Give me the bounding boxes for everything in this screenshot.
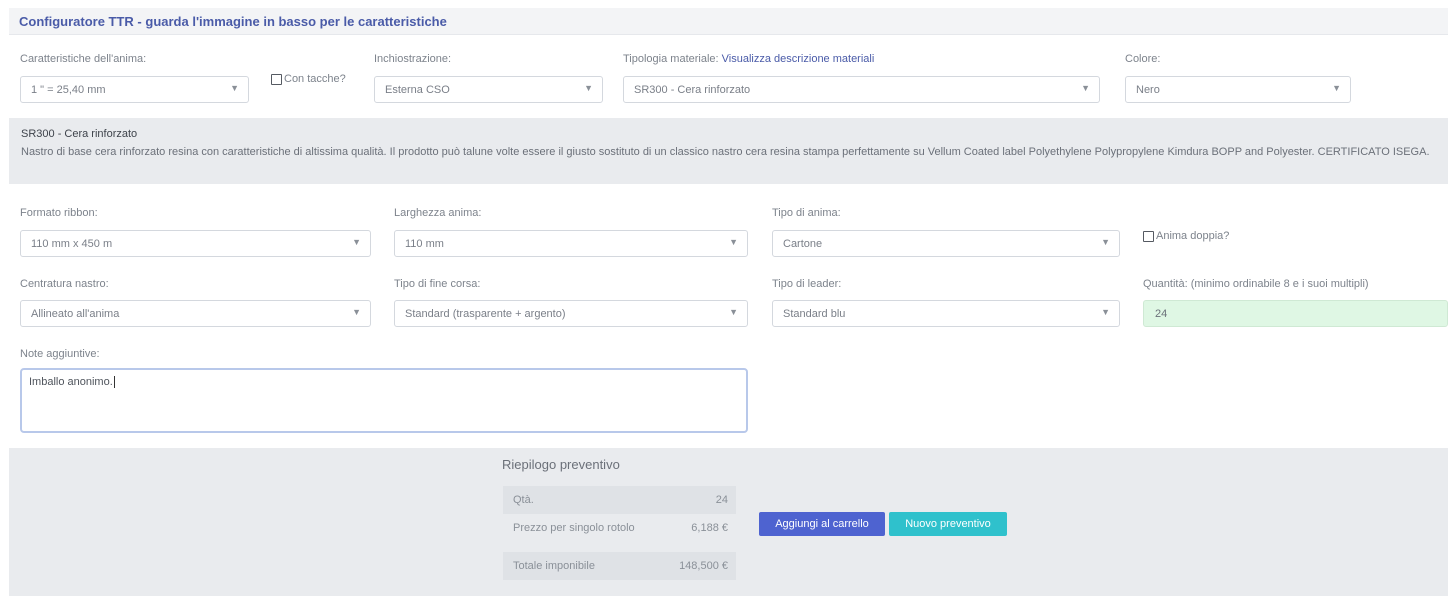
formato-value: 110 mm x 450 m — [31, 238, 113, 250]
configurator-panel: Configuratore TTR - guarda l'immagine in… — [9, 8, 1448, 596]
leader-value: Standard blu — [783, 308, 846, 320]
chevron-down-icon: ▼ — [1332, 83, 1341, 93]
materiale-select[interactable]: SR300 - Cera rinforzato ▼ — [623, 76, 1100, 103]
tipo-anima-label: Tipo di anima: — [772, 207, 841, 219]
anima-select[interactable]: 1 " = 25,40 mm ▼ — [20, 76, 249, 103]
checkbox-icon — [271, 73, 282, 85]
centratura-value: Allineato all'anima — [31, 308, 120, 320]
summary-row-key: Totale imponibile — [513, 560, 595, 572]
page-title: Configuratore TTR - guarda l'immagine in… — [19, 14, 447, 29]
inchiostrazione-select[interactable]: Esterna CSO ▼ — [374, 76, 603, 103]
con-tacche-label: Con tacche? — [284, 73, 346, 85]
tipo-anima-select[interactable]: Cartone ▼ — [772, 230, 1120, 257]
anima-doppia-label: Anima doppia? — [1156, 230, 1230, 242]
leader-label: Tipo di leader: — [772, 278, 842, 290]
materiale-value: SR300 - Cera rinforzato — [634, 84, 751, 96]
material-description-title: SR300 - Cera rinforzato — [21, 128, 138, 140]
colore-label: Colore: — [1125, 53, 1161, 65]
larghezza-select[interactable]: 110 mm ▼ — [394, 230, 748, 257]
checkbox-icon — [1143, 230, 1154, 242]
quantita-value: 24 — [1155, 308, 1168, 320]
chevron-down-icon: ▼ — [729, 307, 738, 317]
fine-corsa-label: Tipo di fine corsa: — [394, 278, 481, 290]
fine-corsa-value: Standard (trasparente + argento) — [405, 308, 566, 320]
materiale-description-link[interactable]: Visualizza descrizione materiali — [722, 53, 875, 65]
formato-select[interactable]: 110 mm x 450 m ▼ — [20, 230, 371, 257]
anima-value: 1 " = 25,40 mm — [31, 84, 106, 96]
chevron-down-icon: ▼ — [729, 237, 738, 247]
summary-row-value: 6,188 € — [691, 522, 728, 534]
chevron-down-icon: ▼ — [1101, 237, 1110, 247]
tipo-anima-value: Cartone — [783, 238, 823, 250]
chevron-down-icon: ▼ — [1101, 307, 1110, 317]
quantita-label: Quantità: (minimo ordinabile 8 e i suoi … — [1143, 278, 1369, 290]
leader-select[interactable]: Standard blu ▼ — [772, 300, 1120, 327]
add-to-cart-button[interactable]: Aggiungi al carrello — [759, 512, 885, 536]
anima-label: Caratteristiche dell'anima: — [20, 53, 147, 65]
chevron-down-icon: ▼ — [352, 237, 361, 247]
new-quote-button[interactable]: Nuovo preventivo — [889, 512, 1007, 536]
note-textarea[interactable]: Imballo anonimo. — [20, 368, 748, 433]
chevron-down-icon: ▼ — [1081, 83, 1090, 93]
summary-row-key: Prezzo per singolo rotolo — [513, 522, 635, 534]
inchiostrazione-value: Esterna CSO — [385, 84, 450, 96]
note-label: Note aggiuntive: — [20, 348, 100, 360]
summary-row-key: Qtà. — [513, 494, 534, 506]
chevron-down-icon: ▼ — [584, 83, 593, 93]
summary-row: Qtà. 24 — [503, 486, 736, 514]
colore-value: Nero — [1136, 84, 1160, 96]
centratura-label: Centratura nastro: — [20, 278, 109, 290]
configurator-header: Configuratore TTR - guarda l'immagine in… — [9, 8, 1448, 35]
larghezza-value: 110 mm — [405, 238, 444, 250]
note-value: Imballo anonimo. — [29, 376, 115, 389]
summary-row: Prezzo per singolo rotolo 6,188 € — [503, 514, 736, 542]
materiale-label: Tipologia materiale: Visualizza descrizi… — [623, 53, 874, 65]
con-tacche-checkbox[interactable]: Con tacche? — [271, 73, 346, 85]
summary-row-value: 24 — [715, 494, 728, 506]
formato-label: Formato ribbon: — [20, 207, 98, 219]
quote-summary: Riepilogo preventivo Qtà. 24 Prezzo per … — [9, 448, 1448, 596]
larghezza-label: Larghezza anima: — [394, 207, 482, 219]
colore-select[interactable]: Nero ▼ — [1125, 76, 1351, 103]
fine-corsa-select[interactable]: Standard (trasparente + argento) ▼ — [394, 300, 748, 327]
quantita-input[interactable]: 24 — [1143, 300, 1448, 327]
chevron-down-icon: ▼ — [230, 83, 239, 93]
summary-row-value: 148,500 € — [679, 560, 728, 572]
inchiostrazione-label: Inchiostrazione: — [374, 53, 452, 65]
summary-title: Riepilogo preventivo — [502, 457, 620, 472]
summary-row: Totale imponibile 148,500 € — [503, 552, 736, 580]
material-description: SR300 - Cera rinforzato Nastro di base c… — [9, 118, 1448, 184]
material-description-text: Nastro di base cera rinforzato resina co… — [21, 146, 1430, 158]
materiale-label-text: Tipologia materiale: — [623, 53, 719, 65]
centratura-select[interactable]: Allineato all'anima ▼ — [20, 300, 371, 327]
chevron-down-icon: ▼ — [352, 307, 361, 317]
anima-doppia-checkbox[interactable]: Anima doppia? — [1143, 230, 1229, 242]
